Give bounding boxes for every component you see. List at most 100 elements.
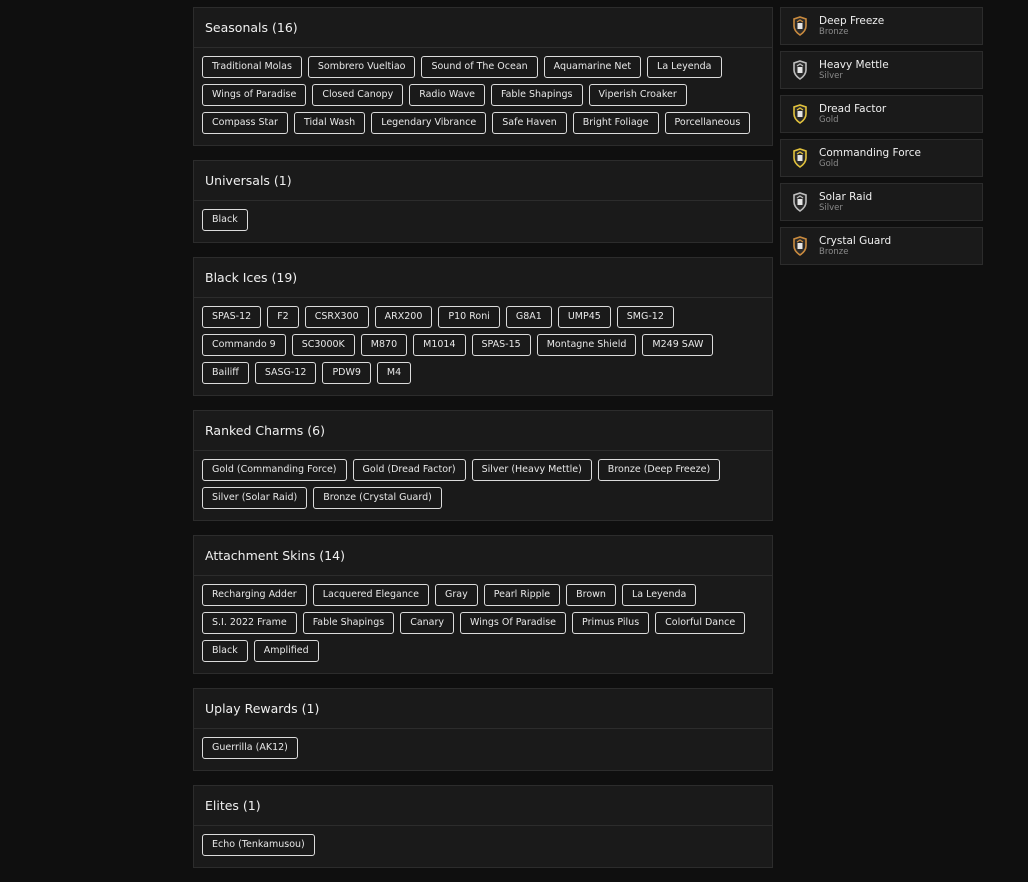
item-tag[interactable]: Amplified [253,640,319,662]
tag-list: Traditional Molas Sombrero Vueltiao Sound … [194,48,772,145]
item-tag[interactable]: CSRX300 [304,306,369,328]
item-tag[interactable]: Bronze (Crystal Guard) [313,487,442,509]
item-tag[interactable]: Sound of The Ocean [421,56,538,78]
item-tag[interactable]: Primus Pilus [572,612,650,634]
rank-text: Crystal Guard Bronze [819,235,891,258]
item-tag[interactable]: Brown [566,584,616,606]
item-tag[interactable]: Compass Star [202,112,288,134]
section-title: Black Ices (19) [194,258,772,298]
item-tag[interactable]: Silver (Heavy Mettle) [471,459,592,481]
item-tag[interactable]: M1014 [413,334,466,356]
item-tag[interactable]: Bronze (Deep Freeze) [597,459,721,481]
rank-tier: Silver [819,70,843,81]
item-tag[interactable]: Commando 9 [202,334,286,356]
rank-name: Deep Freeze [819,14,885,27]
tag-list: SPAS-12 F2 CSRX300 ARX200 P10 Roni G8A1 UMP45 S… [194,298,772,395]
item-tag[interactable]: Silver (Solar Raid) [202,487,308,509]
item-tag[interactable]: SASG-12 [254,362,317,384]
section-black-ices: Black Ices (19) SPAS-12 F2 CSRX300 ARX200 P10… [193,257,773,396]
item-tag[interactable]: Montagne Shield [536,334,637,356]
rank-card[interactable]: Solar Raid Silver [780,183,983,221]
item-tag[interactable]: Porcellaneous [664,112,751,134]
rank-tier: Gold [819,158,839,169]
item-tag[interactable]: Bright Foliage [572,112,659,134]
section-ranked-charms: Ranked Charms (6) Gold (Commanding Force)… [193,410,773,521]
item-tag[interactable]: Wings Of Paradise [460,612,567,634]
section-attachment-skins: Attachment Skins (14) Recharging Adder Lac… [193,535,773,674]
rank-name: Heavy Mettle [819,58,889,71]
item-tag[interactable]: Legendary Vibrance [371,112,487,134]
rank-card[interactable]: Crystal Guard Bronze [780,227,983,265]
item-tag[interactable]: M249 SAW [642,334,714,356]
collection-panels: Seasonals (16) Traditional Molas Sombrero … [193,7,773,882]
item-tag[interactable]: Aquamarine Net [543,56,642,78]
item-tag[interactable]: Wings of Paradise [202,84,307,106]
item-tag[interactable]: Canary [400,612,455,634]
item-tag[interactable]: La Leyenda [647,56,722,78]
rank-tier: Bronze [819,246,849,257]
item-tag[interactable]: Fable Shapings [491,84,583,106]
section-title: Universals (1) [194,161,772,201]
rank-tier: Bronze [819,26,849,37]
item-tag[interactable]: Colorful Dance [655,612,746,634]
item-tag[interactable]: SPAS-12 [202,306,262,328]
rank-text: Deep Freeze Bronze [819,15,884,38]
item-tag[interactable]: M4 [376,362,412,384]
item-tag[interactable]: Pearl Ripple [483,584,561,606]
item-tag[interactable]: Sombrero Vueltiao [307,56,416,78]
item-tag[interactable]: Echo (Tenkamusou) [202,834,315,856]
item-tag[interactable]: Lacquered Elegance [312,584,429,606]
item-tag[interactable]: Black [202,209,248,231]
rank-badge-icon [781,104,819,124]
rank-badge-icon [781,16,819,36]
item-tag[interactable]: S.I. 2022 Frame [202,612,297,634]
rank-name: Commanding Force [819,146,921,159]
item-tag[interactable]: SMG-12 [616,306,674,328]
rank-badge-icon [781,148,819,168]
item-tag[interactable]: Gold (Dread Factor) [352,459,466,481]
item-tag[interactable]: Viperish Croaker [588,84,687,106]
rank-text: Commanding Force Gold [819,147,921,170]
item-tag[interactable]: Fable Shapings [302,612,395,634]
item-tag[interactable]: M870 [360,334,408,356]
item-tag[interactable]: Black [202,640,248,662]
rank-name: Crystal Guard [819,234,892,247]
tag-list: Recharging Adder Lacquered Elegance Gray Pe… [194,576,772,673]
section-title: Uplay Rewards (1) [194,689,772,729]
item-tag[interactable]: Radio Wave [409,84,486,106]
rank-card[interactable]: Dread Factor Gold [780,95,983,133]
ranked-sidebar: Deep Freeze Bronze Heavy Mettle Silver Dread… [780,7,983,271]
item-tag[interactable]: Closed Canopy [312,84,404,106]
rank-card[interactable]: Deep Freeze Bronze [780,7,983,45]
item-tag[interactable]: Tidal Wash [293,112,366,134]
rank-tier: Silver [819,202,843,213]
item-tag[interactable]: Recharging Adder [202,584,307,606]
tag-list: Echo (Tenkamusou) [194,826,772,867]
item-tag[interactable]: F2 [267,306,299,328]
rank-badge-icon [781,236,819,256]
item-tag[interactable]: Safe Haven [492,112,567,134]
section-universals: Universals (1) Black [193,160,773,243]
tag-list: Black [194,201,772,242]
rank-card[interactable]: Heavy Mettle Silver [780,51,983,89]
item-tag[interactable]: Gold (Commanding Force) [202,459,347,481]
item-tag[interactable]: Guerrilla (AK12) [202,737,298,759]
rank-card[interactable]: Commanding Force Gold [780,139,983,177]
item-tag[interactable]: La Leyenda [621,584,697,606]
section-elites: Elites (1) Echo (Tenkamusou) [193,785,773,868]
item-tag[interactable]: G8A1 [505,306,552,328]
item-tag[interactable]: UMP45 [557,306,611,328]
item-tag[interactable]: Traditional Molas [202,56,302,78]
item-tag[interactable]: PDW9 [322,362,371,384]
item-tag[interactable]: SC3000K [291,334,355,356]
rank-name: Solar Raid [819,190,873,203]
item-tag[interactable]: P10 Roni [438,306,500,328]
section-title: Attachment Skins (14) [194,536,772,576]
item-tag[interactable]: Bailiff [202,362,249,384]
section-title: Elites (1) [194,786,772,826]
item-tag[interactable]: ARX200 [374,306,433,328]
section-uplay-rewards: Uplay Rewards (1) Guerrilla (AK12) [193,688,773,771]
rank-badge-icon [781,60,819,80]
item-tag[interactable]: SPAS-15 [471,334,531,356]
item-tag[interactable]: Gray [434,584,478,606]
